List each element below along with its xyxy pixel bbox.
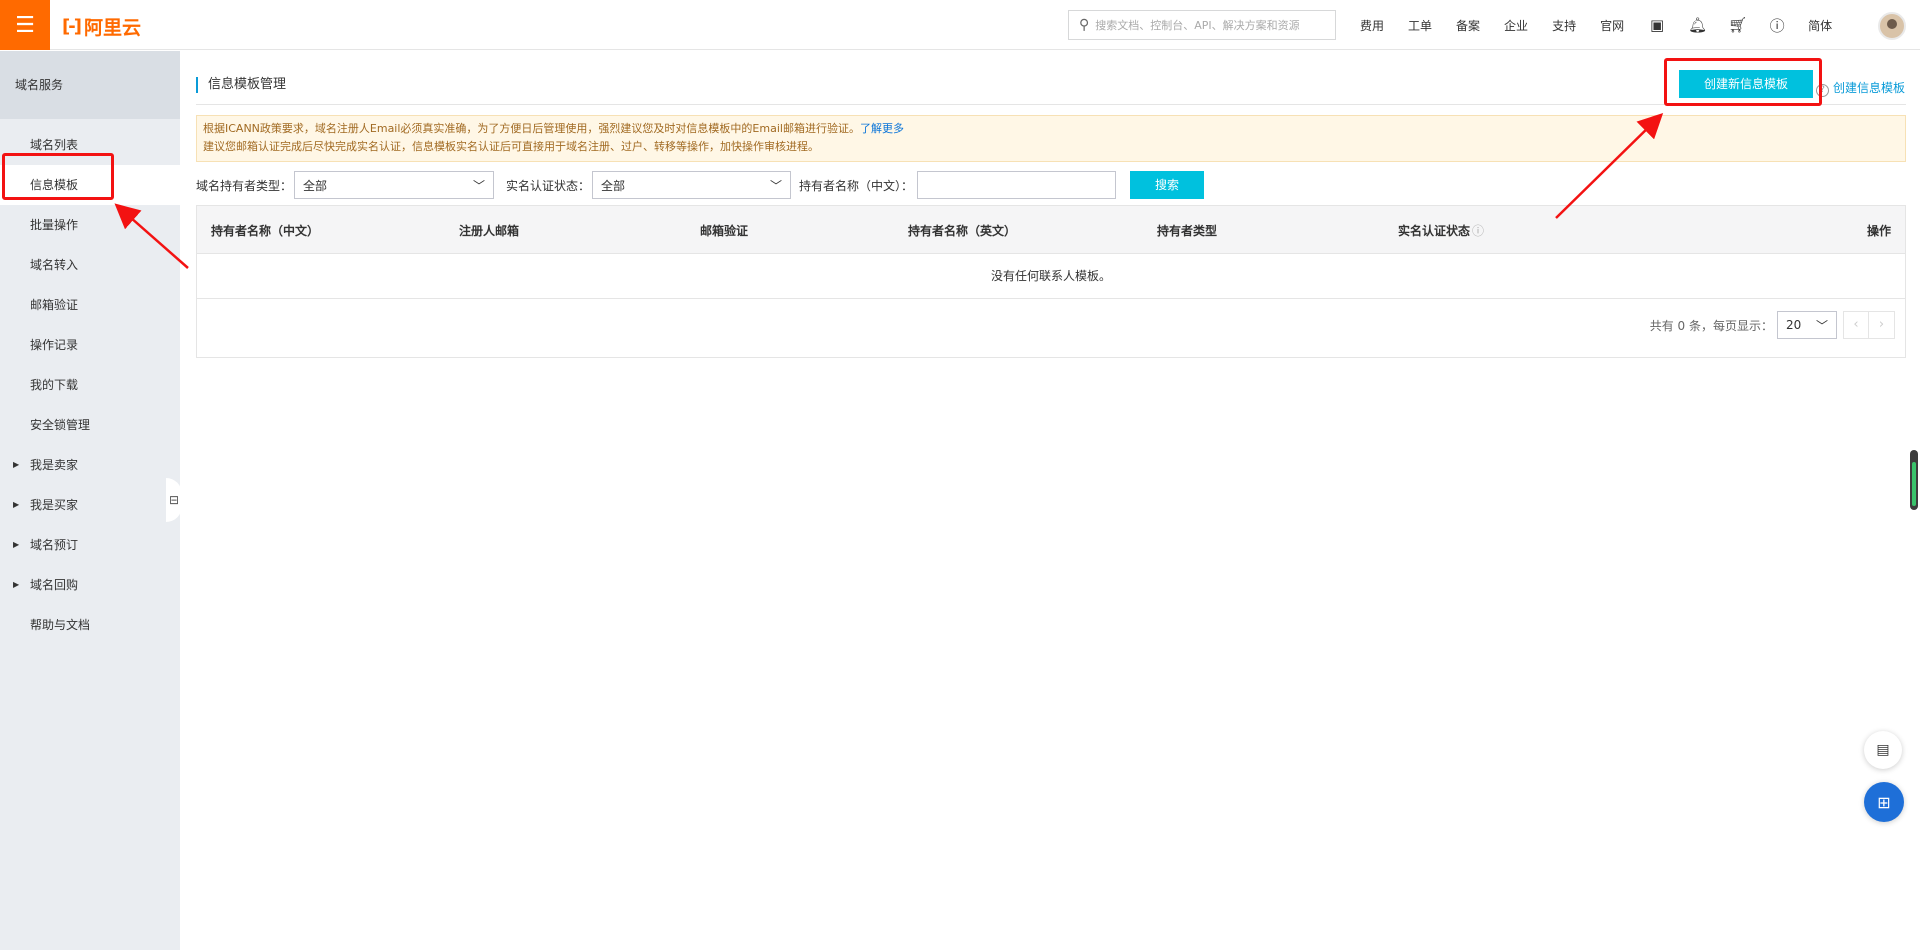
search-placeholder: 搜索文档、控制台、API、解决方案和资源: [1095, 19, 1300, 32]
apps-grid-icon: ⊞: [1877, 792, 1891, 812]
expand-triangle-icon: ▶: [13, 540, 20, 549]
verify-status-select[interactable]: 全部 ﹀: [592, 171, 792, 199]
global-search-input[interactable]: ⚲ 搜索文档、控制台、API、解决方案和资源: [1068, 10, 1336, 40]
help-icon[interactable]: ⓘ: [1768, 15, 1786, 36]
pagination: 共有 0 条，每页显示： 20 ﹀ ‹ ›: [1650, 311, 1895, 339]
filter-bar: 域名持有者类型： 全部 ﹀ 实名认证状态： 全部 ﹀ 持有者名称（中文）： 搜索: [196, 171, 1205, 199]
learn-more-link[interactable]: 了解更多: [860, 122, 904, 135]
sidebar-item-buyback[interactable]: ▶ 域名回购: [0, 565, 180, 605]
table-empty-message: 没有任何联系人模板。: [197, 253, 1905, 298]
notice-text-2: 建议您邮箱认证完成后尽快完成实名认证，信息模板实名认证后可直接用于域名注册、过户…: [203, 140, 819, 153]
holder-type-label: 域名持有者类型：: [196, 178, 293, 193]
sidebar-title: 域名服务: [0, 51, 180, 119]
language-switch[interactable]: 简体: [1808, 17, 1832, 34]
aliyun-logo-icon: [-]: [62, 16, 82, 37]
sidebar-item-email-verify[interactable]: 邮箱验证: [0, 285, 180, 325]
sidebar-item-label: 域名预订: [30, 538, 79, 552]
nav-link-website[interactable]: 官网: [1600, 17, 1624, 34]
nav-link-fees[interactable]: 费用: [1360, 17, 1384, 34]
notice-banner: 根据ICANN政策要求，域名注册人Email必须真实准确，为了方便日后管理使用，…: [196, 115, 1906, 162]
col-verify-status-label: 实名认证状态: [1398, 224, 1471, 238]
expand-triangle-icon: ▶: [13, 460, 20, 469]
divider: [196, 104, 1906, 105]
create-link-label: 创建信息模板: [1833, 81, 1906, 95]
hamburger-menu-button[interactable]: ☰: [0, 0, 50, 50]
sidebar-item-buyer[interactable]: ▶ 我是买家: [0, 485, 180, 525]
create-template-help-link[interactable]: ? 创建信息模板: [1816, 79, 1905, 97]
pagination-summary: 共有 0 条，每页显示：: [1649, 318, 1773, 333]
sidebar-item-label: 我是买家: [30, 498, 79, 512]
sidebar-item-label: 我是卖家: [30, 458, 79, 472]
brand-logo[interactable]: [-] 阿里云: [62, 13, 141, 40]
sidebar-item-transfer-in[interactable]: 域名转入: [0, 245, 180, 285]
nav-link-support[interactable]: 支持: [1552, 17, 1576, 34]
verify-status-value: 全部: [601, 178, 626, 193]
question-icon[interactable]: ⓘ: [1472, 224, 1484, 238]
page-size-value: 20: [1786, 318, 1802, 332]
holder-type-select[interactable]: 全部 ﹀: [294, 171, 495, 199]
table-header: 持有者名称（中文） 注册人邮箱 邮箱验证 持有者名称（英文） 持有者类型 实名认…: [197, 206, 1905, 253]
sidebar-item-op-log[interactable]: 操作记录: [0, 325, 180, 365]
top-bar: ☰ [-] 阿里云 ⚲ 搜索文档、控制台、API、解决方案和资源 费用 工单 备…: [0, 0, 1920, 50]
highlight-box-create-button: [1664, 58, 1822, 106]
side-scroll-indicator[interactable]: [1910, 450, 1918, 510]
sidebar-item-label: 帮助与文档: [30, 618, 91, 632]
apps-float-button[interactable]: ⊞: [1864, 782, 1904, 822]
search-button[interactable]: 搜索: [1130, 171, 1205, 199]
sidebar-item-reserve[interactable]: ▶ 域名预订: [0, 525, 180, 565]
expand-triangle-icon: ▶: [13, 580, 20, 589]
sidebar-item-label: 邮箱验证: [30, 298, 79, 312]
avatar[interactable]: [1878, 12, 1906, 40]
logo-text: 阿里云: [83, 17, 141, 39]
bell-icon[interactable]: 🔔︎: [1688, 16, 1707, 34]
sidebar-item-label: 域名列表: [30, 138, 79, 152]
col-actions: 操作: [1866, 224, 1891, 238]
chevron-down-icon: ﹀: [770, 178, 783, 193]
page-title: 信息模板管理: [196, 77, 286, 93]
expand-triangle-icon: ▶: [13, 500, 20, 509]
nav-link-tickets[interactable]: 工单: [1408, 17, 1432, 34]
sidebar-item-batch[interactable]: 批量操作: [0, 205, 180, 245]
col-verify-status: 实名认证状态 ⓘ: [1398, 222, 1484, 239]
sidebar-item-label: 我的下载: [30, 378, 79, 392]
col-registrant-email: 注册人邮箱: [459, 224, 520, 238]
table-footer: 共有 0 条，每页显示： 20 ﹀ ‹ ›: [197, 298, 1905, 357]
col-holder-type: 持有者类型: [1157, 224, 1218, 238]
cart-icon[interactable]: 🛒︎: [1728, 16, 1747, 34]
top-nav: 费用 工单 备案 企业 支持 官网 ▣ 🔔︎ 🛒︎ ⓘ 简体: [1360, 0, 1856, 50]
notice-text-1: 根据ICANN政策要求，域名注册人Email必须真实准确，为了方便日后管理使用，…: [203, 122, 860, 135]
sidebar-item-label: 域名转入: [30, 258, 79, 272]
verify-status-label: 实名认证状态：: [506, 178, 591, 193]
nav-link-icp[interactable]: 备案: [1456, 17, 1480, 34]
terminal-icon[interactable]: ▣: [1648, 16, 1666, 34]
sidebar-item-help[interactable]: 帮助与文档: [0, 605, 180, 645]
highlight-box-sidebar: [2, 153, 114, 200]
collapse-icon: ⊟: [168, 493, 180, 507]
sidebar-item-label: 操作记录: [30, 338, 79, 352]
page-size-select[interactable]: 20 ﹀: [1777, 311, 1837, 339]
sidebar-item-label: 安全锁管理: [30, 418, 91, 432]
next-page-button[interactable]: ›: [1869, 311, 1895, 339]
sidebar-item-security-lock[interactable]: 安全锁管理: [0, 405, 180, 445]
nav-link-enterprise[interactable]: 企业: [1504, 17, 1528, 34]
chat-float-button[interactable]: ▤: [1864, 731, 1902, 769]
col-holder-name-en: 持有者名称（英文）: [908, 224, 1017, 238]
prev-page-button[interactable]: ‹: [1843, 311, 1869, 339]
chevron-down-icon: ﹀: [473, 178, 486, 193]
sidebar-item-seller[interactable]: ▶ 我是卖家: [0, 445, 180, 485]
chat-icon: ▤: [1876, 742, 1890, 758]
sidebar-item-downloads[interactable]: 我的下载: [0, 365, 180, 405]
chevron-down-icon: ﹀: [1815, 318, 1828, 333]
sidebar-item-label: 域名回购: [30, 578, 79, 592]
template-table: 持有者名称（中文） 注册人邮箱 邮箱验证 持有者名称（英文） 持有者类型 实名认…: [196, 205, 1906, 358]
col-email-verify: 邮箱验证: [700, 224, 749, 238]
col-holder-name-cn: 持有者名称（中文）: [211, 224, 320, 238]
search-icon: ⚲: [1079, 17, 1090, 33]
holder-name-input[interactable]: [917, 171, 1117, 199]
sidebar-item-label: 批量操作: [30, 218, 79, 232]
holder-name-label: 持有者名称（中文）：: [799, 178, 914, 193]
holder-type-value: 全部: [303, 178, 328, 193]
